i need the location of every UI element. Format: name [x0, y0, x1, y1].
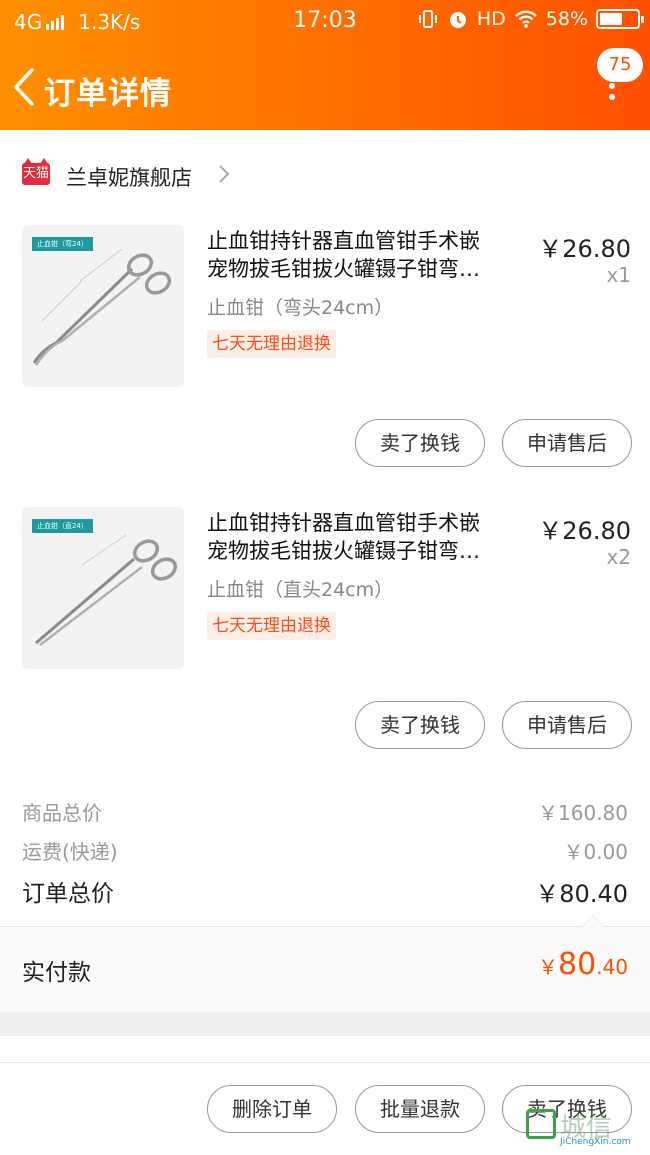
shop-row[interactable]: 天猫 兰卓妮旗舰店: [0, 152, 650, 198]
alarm-icon: [449, 12, 466, 28]
actual-payment-panel: 实付款 ￥80.40: [0, 915, 650, 1012]
after-sales-button[interactable]: 申请售后: [502, 419, 632, 467]
section-divider: [0, 1012, 650, 1036]
amount-decimal: .40: [596, 955, 628, 979]
return-policy-badge: 七天无理由退换: [207, 330, 336, 358]
product-image-tag: 止血钳（弯24）: [32, 237, 93, 251]
more-menu-icon[interactable]: [602, 72, 622, 106]
watermark: 城信 JiChengXin.com: [526, 1109, 644, 1149]
goods-total-row: 商品总价 ￥160.80: [22, 797, 628, 827]
shipping-label: 运费(快递): [22, 840, 118, 864]
sell-for-cash-button[interactable]: 卖了换钱: [355, 419, 485, 467]
status-bar: 4G 1.3K/s 17:03 HD 58%: [0, 0, 650, 44]
actual-payment-label: 实付款: [22, 960, 91, 986]
shop-name: 兰卓妮旗舰店: [66, 166, 192, 190]
delete-order-button[interactable]: 删除订单: [207, 1085, 337, 1133]
order-total-label: 订单总价: [22, 881, 114, 907]
product-title[interactable]: 止血钳持针器直血管钳手术嵌 宠物拔毛钳拔火罐镊子钳弯…: [207, 509, 517, 565]
shipping-value: ￥0.00: [563, 840, 628, 864]
product-title-line: 止血钳持针器直血管钳手术嵌: [207, 511, 480, 535]
order-item[interactable]: 止血钳（直24） 止血钳持针器直血管钳手术嵌 宠物拔毛钳拔火罐镊子钳弯… 止血钳…: [0, 507, 650, 767]
product-price: ￥26.80: [538, 517, 631, 545]
battery-icon: [596, 9, 644, 29]
vibrate-icon: [418, 10, 437, 28]
back-icon[interactable]: [10, 62, 46, 112]
shipping-row: 运费(快递) ￥0.00: [22, 836, 628, 866]
goods-total-value: ￥160.80: [538, 801, 628, 825]
amount-integer: 80: [558, 947, 597, 982]
product-title-line: 宠物拔毛钳拔火罐镊子钳弯…: [207, 257, 480, 281]
product-title[interactable]: 止血钳持针器直血管钳手术嵌 宠物拔毛钳拔火罐镊子钳弯…: [207, 227, 517, 283]
order-total-value: ￥80.40: [535, 880, 628, 908]
batch-refund-button[interactable]: 批量退款: [355, 1085, 485, 1133]
currency-symbol: ￥: [538, 955, 558, 979]
return-policy-badge: 七天无理由退换: [207, 612, 336, 640]
battery-percent: 58%: [545, 8, 588, 30]
actual-payment-amount: ￥80.40: [538, 947, 628, 982]
chevron-right-icon: [219, 165, 230, 183]
product-quantity: x2: [606, 545, 631, 569]
product-title-line: 宠物拔毛钳拔火罐镊子钳弯…: [207, 539, 480, 563]
product-image-tag: 止血钳（直24）: [32, 519, 93, 533]
product-image[interactable]: 止血钳（弯24）: [22, 225, 184, 387]
after-sales-button[interactable]: 申请售后: [502, 701, 632, 749]
sell-for-cash-button[interactable]: 卖了换钱: [355, 701, 485, 749]
product-spec: 止血钳（弯头24cm）: [207, 297, 394, 319]
product-price: ￥26.80: [538, 235, 631, 263]
caret-icon: [581, 915, 605, 927]
tmall-logo-icon: 天猫: [22, 158, 50, 185]
goods-total-label: 商品总价: [22, 801, 102, 825]
product-image[interactable]: 止血钳（直24）: [22, 507, 184, 669]
order-total-row: 订单总价 ￥80.40: [22, 874, 628, 908]
page-title: 订单详情: [44, 76, 172, 112]
product-quantity: x1: [606, 263, 631, 287]
watermark-logo-icon: [526, 1109, 556, 1139]
status-right: HD 58%: [417, 8, 644, 30]
hd-label: HD: [476, 8, 506, 30]
order-item[interactable]: 止血钳（弯24） 止血钳持针器直血管钳手术嵌 宠物拔毛钳拔火罐镊子钳弯… 止血钳…: [0, 225, 650, 485]
app-header: 4G 1.3K/s 17:03 HD 58% 订单详情 75: [0, 0, 650, 130]
product-title-line: 止血钳持针器直血管钳手术嵌: [207, 229, 480, 253]
wifi-icon: [514, 10, 537, 28]
product-spec: 止血钳（直头24cm）: [207, 579, 394, 601]
watermark-url: JiChengXin.com: [560, 1137, 631, 1147]
